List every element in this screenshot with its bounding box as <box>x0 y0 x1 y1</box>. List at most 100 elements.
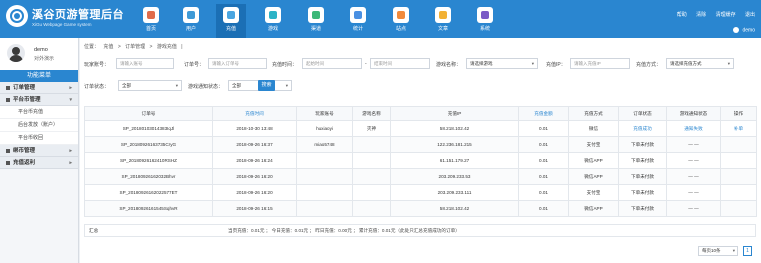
nav-label: 充值 <box>225 26 236 32</box>
sidebar-item-admin-issue[interactable]: 后台发放（账户） <box>0 119 78 132</box>
ip-input[interactable]: 请输入充值IP <box>570 58 630 69</box>
table-cell[interactable]: 补单 <box>720 120 757 137</box>
table-cell: SP_20180926163735CryG <box>84 136 213 153</box>
current-user[interactable]: demo <box>733 27 755 33</box>
menu-title: 功能菜单 <box>0 70 78 82</box>
logo-icon <box>6 5 28 27</box>
nav-home[interactable]: 首页 <box>136 4 166 38</box>
column-header: 充值方式 <box>568 106 619 121</box>
game-select-value: 请选择游戏 <box>470 61 493 66</box>
nav-site[interactable]: 站点 <box>386 4 416 38</box>
table-cell: SP_20180103014383IqJl <box>84 120 213 137</box>
table-cell: 2018-09-26 16:37 <box>212 136 297 153</box>
chevron-down-icon: ▾ <box>727 61 730 66</box>
table-cell: 0.01 <box>518 184 569 201</box>
column-header: 操作 <box>720 106 757 121</box>
column-header: 游戏通知状态 <box>666 106 721 121</box>
table-cell: 0.01 <box>518 200 569 217</box>
table-cell <box>352 152 391 169</box>
chevron-icon: ▸ <box>69 148 72 154</box>
nav-label: 站点 <box>395 26 406 32</box>
time-label: 充值时间： <box>272 62 298 68</box>
table-cell <box>296 200 353 217</box>
nav-channel[interactable]: 渠道 <box>301 4 331 38</box>
table-cell <box>720 200 757 217</box>
sidebar-group-rebate[interactable]: 充值返利 ▸ <box>0 157 78 169</box>
breadcrumb-sep: | <box>181 44 183 50</box>
notify-status-label: 游戏通知状态： <box>188 84 224 90</box>
profile-status: 对外演示 <box>34 56 55 62</box>
profile-name: demo <box>34 47 48 53</box>
column-header: 玩家账号 <box>296 106 353 121</box>
table-cell: 灭神 <box>352 120 391 137</box>
game-label: 游戏名称： <box>436 62 462 68</box>
bind-coin-icon <box>6 148 10 153</box>
time-start-input[interactable]: 起始时间 <box>302 58 362 69</box>
help-link[interactable]: 帮助 <box>677 12 687 18</box>
table-cell[interactable]: 充值成功 <box>618 120 667 137</box>
sidebar-group-order[interactable]: 订单管理 ▸ <box>0 82 78 94</box>
breadcrumb-current: 游戏充值 <box>156 44 177 50</box>
nav-article[interactable]: 文章 <box>428 4 458 38</box>
sidebar-item-coin-recharge[interactable]: 平台币充值 <box>0 106 78 119</box>
nav-game[interactable]: 游戏 <box>258 4 288 38</box>
column-header[interactable]: 充值金额 <box>518 106 569 121</box>
table-body: SP_20180103014383IqJl 2018-10-30 13:48 hux… <box>84 120 757 217</box>
table-row: SP_20180926162022577ET 2018-09-26 16:20 20… <box>84 184 757 201</box>
user-icon <box>183 7 199 23</box>
table-cell: 2018-09-26 16:20 <box>212 184 297 201</box>
nav-system[interactable]: 系统 <box>470 4 500 38</box>
clear-cache-link[interactable]: 清理缓存 <box>716 12 736 18</box>
coin-icon <box>6 97 10 102</box>
per-page-select[interactable]: 每页10条 ▾ <box>698 246 738 256</box>
table-cell <box>296 152 353 169</box>
table-cell: 2018-09-26 16:24 <box>212 152 297 169</box>
recharge-icon <box>223 7 239 23</box>
table-cell <box>720 152 757 169</box>
avatar <box>7 44 25 62</box>
game-icon <box>265 7 281 23</box>
order-status-select[interactable]: 全部 ▾ <box>118 80 182 91</box>
pay-method-select[interactable]: 请选择充值方式 ▾ <box>666 58 734 69</box>
sidebar-group-bind-coin[interactable]: 绑币管理 ▸ <box>0 145 78 157</box>
table-cell: — — <box>666 184 721 201</box>
table-cell: 下单未付款 <box>618 152 667 169</box>
column-header[interactable]: 充值时间 <box>212 106 297 121</box>
channel-icon <box>308 7 324 23</box>
table-cell <box>296 168 353 185</box>
player-input[interactable]: 请输入账号 <box>116 58 174 69</box>
table-cell[interactable]: 通知失败 <box>666 120 721 137</box>
page-1-button[interactable]: 1 <box>743 246 752 256</box>
table-row: SP_20180926161545SqhvR 2018-09-26 16:15 58… <box>84 200 757 217</box>
search-button[interactable]: 搜索 <box>258 80 275 91</box>
nav-user[interactable]: 用户 <box>176 4 206 38</box>
table-cell <box>296 184 353 201</box>
breadcrumb-order[interactable]: 订单管理 <box>125 44 145 50</box>
main-content: 位置： 充值 > 订单管理 > 游戏充值 | 玩家账号： 请输入账号 订单号： … <box>80 38 761 263</box>
table-cell: 58.218.102.42 <box>390 200 519 217</box>
order-input[interactable]: 请输入订单号 <box>208 58 267 69</box>
time-end-input[interactable]: 结束时间 <box>370 58 430 69</box>
table-cell: 下单未付款 <box>618 136 667 153</box>
user-settings-icon <box>733 27 740 33</box>
nav-recharge[interactable]: 充值 <box>216 4 246 38</box>
game-select[interactable]: 请选择游戏 ▾ <box>466 58 538 69</box>
breadcrumb-prefix: 位置： <box>84 44 100 50</box>
table-cell: 微信APP <box>568 200 619 217</box>
sidebar-group-platform-coin[interactable]: 平台币管理 ▾ <box>0 94 78 106</box>
sidebar-item-coin-recall[interactable]: 平台币收回 <box>0 132 78 145</box>
chevron-icon: ▸ <box>69 160 72 166</box>
table-row: SP_20180103014383IqJl 2018-10-30 13:48 hux… <box>84 120 757 137</box>
table-cell: 2018-10-30 13:48 <box>212 120 297 137</box>
table-cell <box>352 136 391 153</box>
summary-text: 当页充值：0.01元 ； 今日充值：0.01元 ； 昨日充值：0.00元 ； 累… <box>228 228 460 233</box>
brand-title: 溪谷页游管理后台 <box>32 9 124 21</box>
logout-link[interactable]: 退出 <box>745 12 755 18</box>
table-cell: 下单未付款 <box>618 200 667 217</box>
nav-stats[interactable]: 统计 <box>343 4 373 38</box>
table-cell: 微信APP <box>568 152 619 169</box>
breadcrumb: 位置： 充值 > 订单管理 > 游戏充值 | <box>84 43 186 50</box>
clear-link[interactable]: 清除 <box>696 12 706 18</box>
nav-label: 统计 <box>352 26 363 32</box>
breadcrumb-recharge[interactable]: 充值 <box>103 44 113 50</box>
